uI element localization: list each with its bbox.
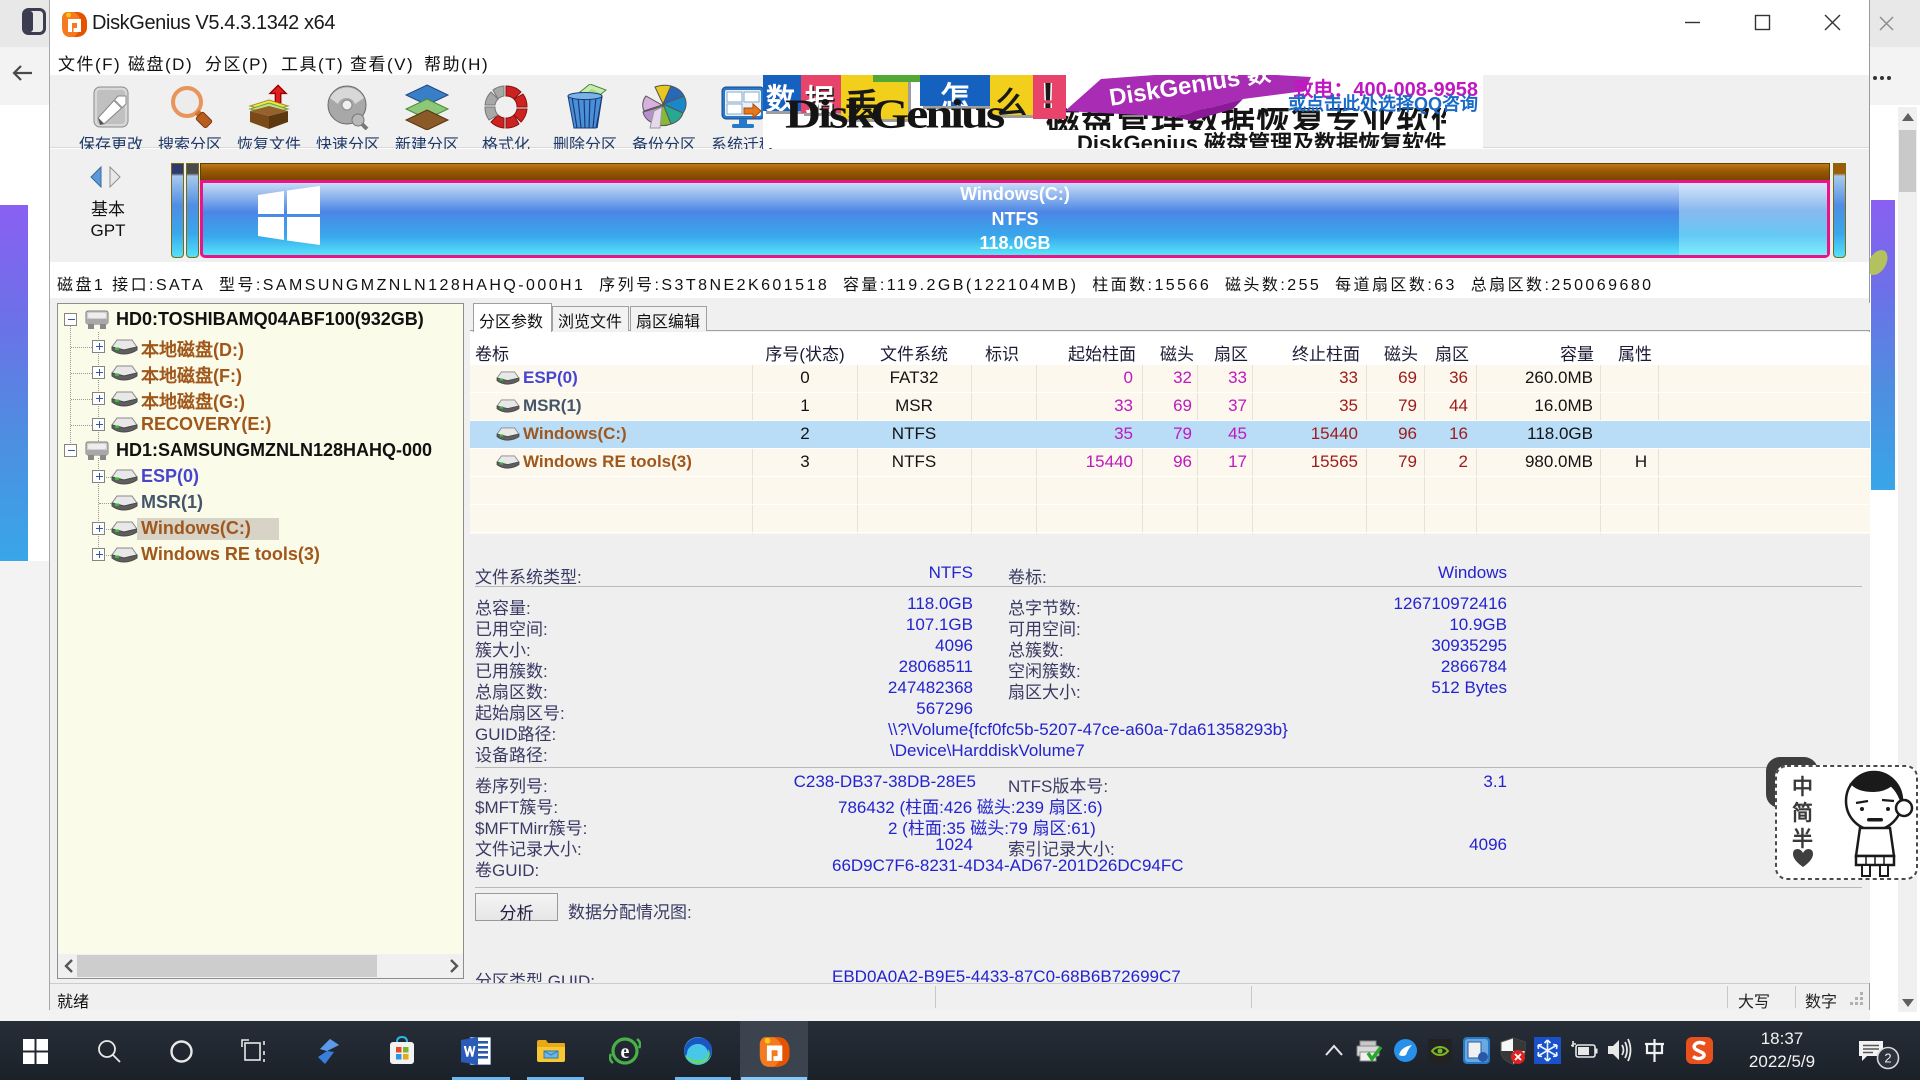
svg-text:2: 2 (1884, 1051, 1891, 1066)
svg-text:e: e (621, 1041, 630, 1063)
